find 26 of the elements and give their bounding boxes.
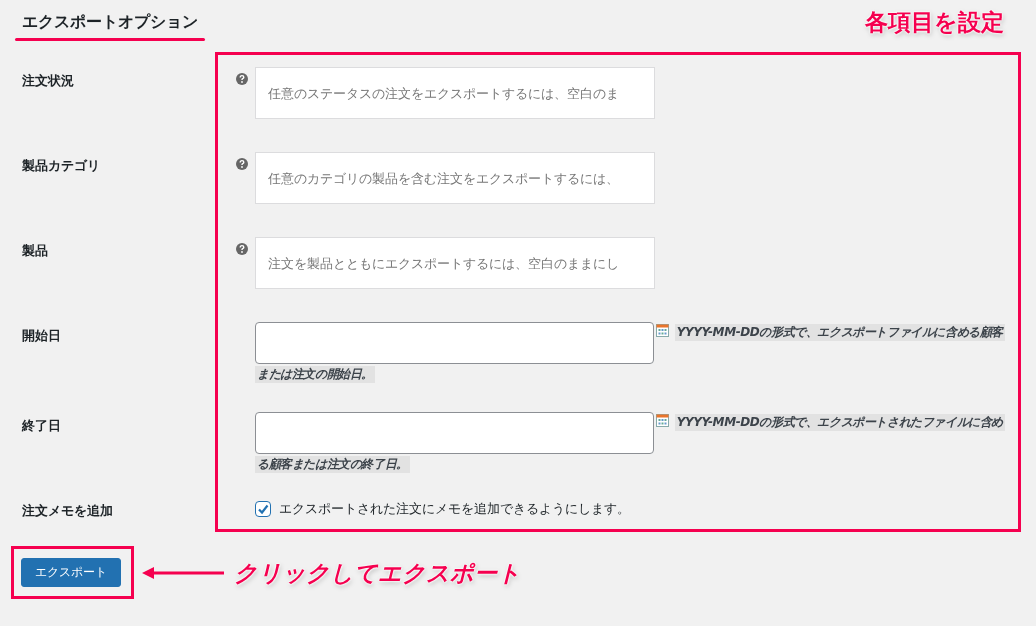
field-description: または注文の開始日。 [255,366,375,383]
select-field[interactable]: 任意のステータスの注文をエクスポートするには、空白のま [255,67,655,119]
date-field[interactable] [255,412,654,454]
field-label: 注文メモを追加 [22,502,114,519]
field-label: 製品カテゴリ [22,157,101,175]
annotation-text: 各項目を設定 [865,8,1004,36]
help-icon[interactable] [236,243,248,255]
field-description: る顧客または注文の終了日。 [255,456,410,473]
field-description: YYYY-MM-DDの形式で、エクスポートファイルに含める顧客 [674,324,1005,341]
field-description: YYYY-MM-DDの形式で、エクスポートされたファイルに含め [674,414,1005,431]
export-button[interactable]: エクスポート [21,558,121,587]
calendar-icon[interactable] [655,414,669,427]
select-field[interactable]: 注文を製品とともにエクスポートするには、空白のままにし [255,237,655,289]
field-label: 開始日 [22,327,62,345]
field-label: 終了日 [22,417,62,435]
checkbox[interactable] [255,500,271,517]
select-field[interactable]: 任意のカテゴリの製品を含む注文をエクスポートするには、 [255,152,655,204]
annotation-text: クリックしてエクスポート [234,558,521,587]
help-icon[interactable] [236,73,248,85]
checkbox-label: エクスポートされた注文にメモを追加できるようにします。 [279,500,630,517]
help-icon[interactable] [236,158,248,170]
calendar-icon[interactable] [655,324,669,337]
field-label: 製品 [22,242,49,260]
date-field[interactable] [255,322,654,364]
section-title: エクスポートオプション [22,12,199,32]
field-label: 注文状況 [22,72,75,90]
